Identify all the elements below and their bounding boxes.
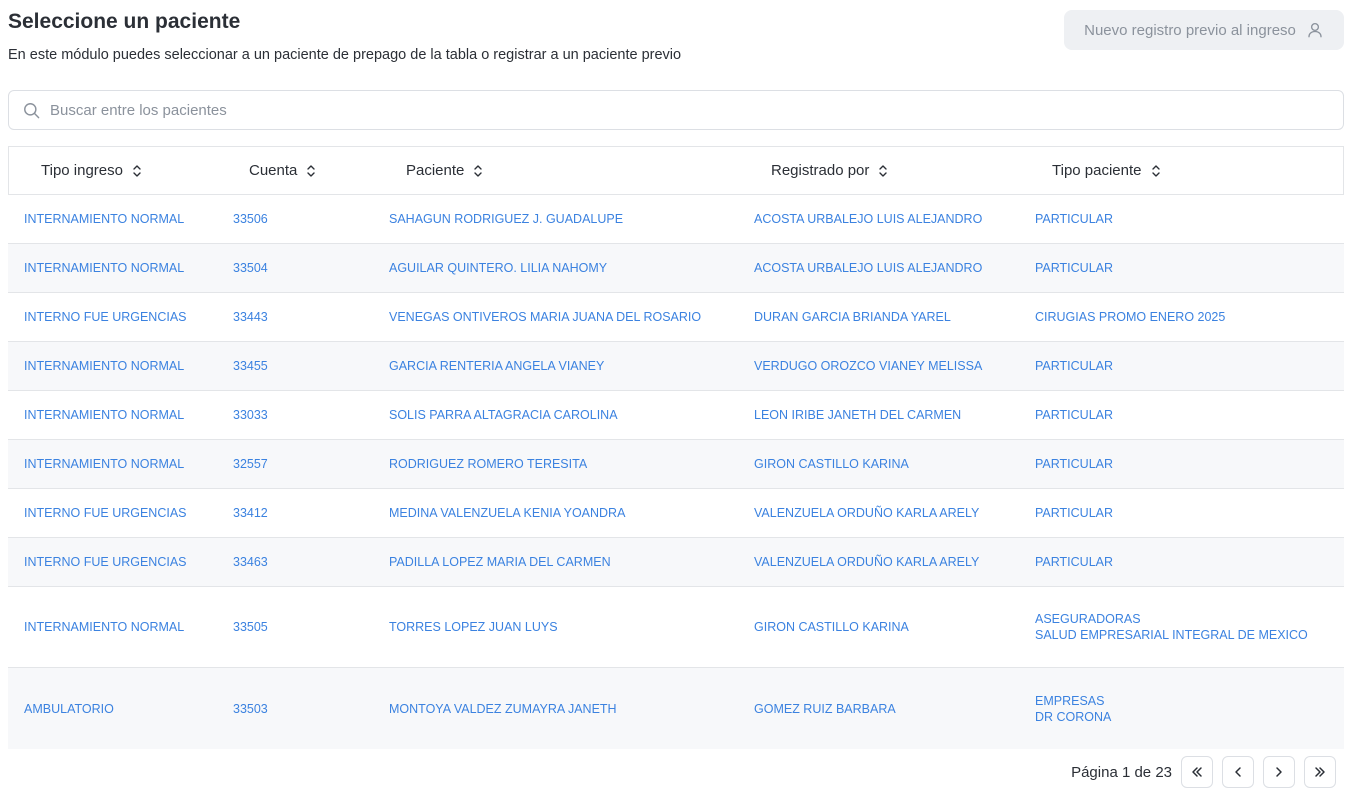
sort-icon: [879, 164, 888, 177]
column-label: Cuenta: [249, 162, 298, 179]
cell-registrado-por: VALENZUELA ORDUÑO KARLA ARELY: [754, 555, 980, 569]
cell-paciente: PADILLA LOPEZ MARIA DEL CARMEN: [389, 555, 611, 569]
search-input[interactable]: [50, 101, 1250, 119]
cell-registrado-por: VALENZUELA ORDUÑO KARLA ARELY: [754, 506, 980, 520]
cell-tipo-ingreso: INTERNO FUE URGENCIAS: [24, 310, 187, 324]
cell-cuenta: 33412: [233, 506, 268, 520]
chevrons-right-icon: [1315, 767, 1325, 777]
tipo-paciente-secondary: SALUD EMPRESARIAL INTEGRAL DE MEXICO: [1035, 628, 1308, 642]
cell-registrado-por: GOMEZ RUIZ BARBARA: [754, 701, 896, 716]
search-icon: [24, 102, 40, 118]
cell-cuenta: 33455: [233, 359, 268, 373]
cell-tipo-ingreso: INTERNAMIENTO NORMAL: [24, 408, 185, 422]
column-header-tipo-ingreso[interactable]: Tipo ingreso: [41, 147, 142, 194]
cell-paciente: VENEGAS ONTIVEROS MARIA JUANA DEL ROSARI…: [389, 310, 702, 324]
cell-cuenta: 32557: [233, 457, 268, 471]
search-bar[interactable]: [8, 90, 1344, 130]
cell-tipo-ingreso: INTERNO FUE URGENCIAS: [24, 506, 187, 520]
sort-icon: [133, 164, 141, 177]
table-header: Tipo ingreso Cuenta Paciente Registrado …: [8, 146, 1344, 195]
chevron-right-icon: [1276, 767, 1282, 777]
cell-cuenta: 33506: [233, 212, 268, 226]
cell-tipo-paciente: CIRUGIAS PROMO ENERO 2025: [1035, 310, 1226, 324]
cell-paciente: GARCIA RENTERIA ANGELA VIANEY: [389, 359, 605, 373]
tipo-paciente-primary: ASEGURADORAS: [1035, 612, 1141, 626]
sort-icon: [474, 164, 483, 177]
cell-cuenta: 33505: [233, 620, 268, 634]
first-page-button[interactable]: [1181, 756, 1213, 788]
column-header-tipo-paciente[interactable]: Tipo paciente: [1052, 147, 1161, 194]
cell-tipo-paciente: PARTICULAR: [1035, 457, 1114, 471]
page-subtitle: En este módulo puedes seleccionar a un p…: [8, 47, 682, 63]
table-row[interactable]: INTERNAMIENTO NORMAL 33506 SAHAGUN RODRI…: [8, 195, 1344, 244]
cell-paciente: MONTOYA VALDEZ ZUMAYRA JANETH: [389, 701, 617, 716]
table-row[interactable]: INTERNAMIENTO NORMAL 33504 AGUILAR QUINT…: [8, 244, 1344, 293]
cell-cuenta: 33443: [233, 310, 268, 324]
table-row[interactable]: INTERNO FUE URGENCIAS 33463 PADILLA LOPE…: [8, 538, 1344, 587]
cell-tipo-ingreso: AMBULATORIO: [24, 701, 114, 716]
cell-tipo-paciente: EMPRESAS DR CORONA: [1035, 668, 1111, 749]
sort-icon: [1151, 164, 1160, 177]
cell-registrado-por: LEON IRIBE JANETH DEL CARMEN: [754, 408, 962, 422]
cell-registrado-por: DURAN GARCIA BRIANDA YAREL: [754, 310, 951, 324]
cell-registrado-por: VERDUGO OROZCO VIANEY MELISSA: [754, 359, 983, 373]
cell-cuenta: 33033: [233, 408, 268, 422]
table-row[interactable]: INTERNAMIENTO NORMAL 32557 RODRIGUEZ ROM…: [8, 440, 1344, 489]
pagination: Página 1 de 23: [1071, 756, 1336, 788]
cell-registrado-por: GIRON CASTILLO KARINA: [754, 457, 909, 471]
column-header-paciente[interactable]: Paciente: [406, 147, 483, 194]
cell-cuenta: 33503: [233, 701, 268, 716]
cell-tipo-paciente: PARTICULAR: [1035, 261, 1114, 275]
cell-registrado-por: GIRON CASTILLO KARINA: [754, 620, 909, 634]
cell-tipo-ingreso: INTERNAMIENTO NORMAL: [24, 212, 185, 226]
user-icon: [1308, 22, 1322, 38]
cell-tipo-ingreso: INTERNAMIENTO NORMAL: [24, 457, 185, 471]
cell-tipo-ingreso: INTERNAMIENTO NORMAL: [24, 359, 185, 373]
page-indicator: Página 1 de 23: [1071, 763, 1172, 781]
table-row[interactable]: INTERNAMIENTO NORMAL 33505 TORRES LOPEZ …: [8, 587, 1344, 668]
column-label: Tipo ingreso: [41, 162, 123, 179]
cell-cuenta: 33504: [233, 261, 268, 275]
cell-tipo-paciente: PARTICULAR: [1035, 506, 1114, 520]
cell-tipo-paciente: PARTICULAR: [1035, 555, 1114, 569]
cell-tipo-ingreso: INTERNAMIENTO NORMAL: [24, 620, 185, 634]
cell-paciente: MEDINA VALENZUELA KENIA YOANDRA: [389, 506, 626, 520]
chevrons-left-icon: [1192, 767, 1202, 777]
column-label: Tipo paciente: [1052, 162, 1142, 179]
cell-tipo-paciente: PARTICULAR: [1035, 359, 1114, 373]
cell-paciente: RODRIGUEZ ROMERO TERESITA: [389, 457, 588, 471]
new-pre-registration-button[interactable]: Nuevo registro previo al ingreso: [1064, 10, 1344, 50]
cell-tipo-paciente: ASEGURADORAS SALUD EMPRESARIAL INTEGRAL …: [1035, 587, 1308, 667]
page-title: Seleccione un paciente: [8, 10, 241, 33]
cell-cuenta: 33463: [233, 555, 268, 569]
column-label: Registrado por: [771, 162, 870, 179]
last-page-button[interactable]: [1304, 756, 1336, 788]
cell-paciente: TORRES LOPEZ JUAN LUYS: [389, 620, 558, 634]
table-row[interactable]: INTERNAMIENTO NORMAL 33455 GARCIA RENTER…: [8, 342, 1344, 391]
patients-table: Tipo ingreso Cuenta Paciente Registrado …: [8, 146, 1344, 749]
table-row[interactable]: AMBULATORIO 33503 MONTOYA VALDEZ ZUMAYRA…: [8, 668, 1344, 749]
table-row[interactable]: INTERNO FUE URGENCIAS 33412 MEDINA VALEN…: [8, 489, 1344, 538]
tipo-paciente-primary: EMPRESAS: [1035, 693, 1105, 708]
tipo-paciente-secondary: DR CORONA: [1035, 709, 1112, 724]
chevron-left-icon: [1235, 767, 1241, 777]
cell-registrado-por: ACOSTA URBALEJO LUIS ALEJANDRO: [754, 261, 983, 275]
table-row[interactable]: INTERNO FUE URGENCIAS 33443 VENEGAS ONTI…: [8, 293, 1344, 342]
previous-page-button[interactable]: [1222, 756, 1254, 788]
cell-paciente: SAHAGUN RODRIGUEZ J. GUADALUPE: [389, 212, 624, 226]
cell-registrado-por: ACOSTA URBALEJO LUIS ALEJANDRO: [754, 212, 983, 226]
cell-tipo-paciente: PARTICULAR: [1035, 212, 1114, 226]
cell-paciente: AGUILAR QUINTERO. LILIA NAHOMY: [389, 261, 608, 275]
cell-tipo-ingreso: INTERNO FUE URGENCIAS: [24, 555, 187, 569]
new-pre-registration-label: Nuevo registro previo al ingreso: [1084, 21, 1296, 39]
column-header-registrado-por[interactable]: Registrado por: [771, 147, 888, 194]
next-page-button[interactable]: [1263, 756, 1295, 788]
sort-icon: [307, 164, 316, 177]
cell-paciente: SOLIS PARRA ALTAGRACIA CAROLINA: [389, 408, 618, 422]
table-row[interactable]: INTERNAMIENTO NORMAL 33033 SOLIS PARRA A…: [8, 391, 1344, 440]
column-label: Paciente: [406, 162, 465, 179]
column-header-cuenta[interactable]: Cuenta: [249, 147, 316, 194]
cell-tipo-paciente: PARTICULAR: [1035, 408, 1114, 422]
cell-tipo-ingreso: INTERNAMIENTO NORMAL: [24, 261, 185, 275]
